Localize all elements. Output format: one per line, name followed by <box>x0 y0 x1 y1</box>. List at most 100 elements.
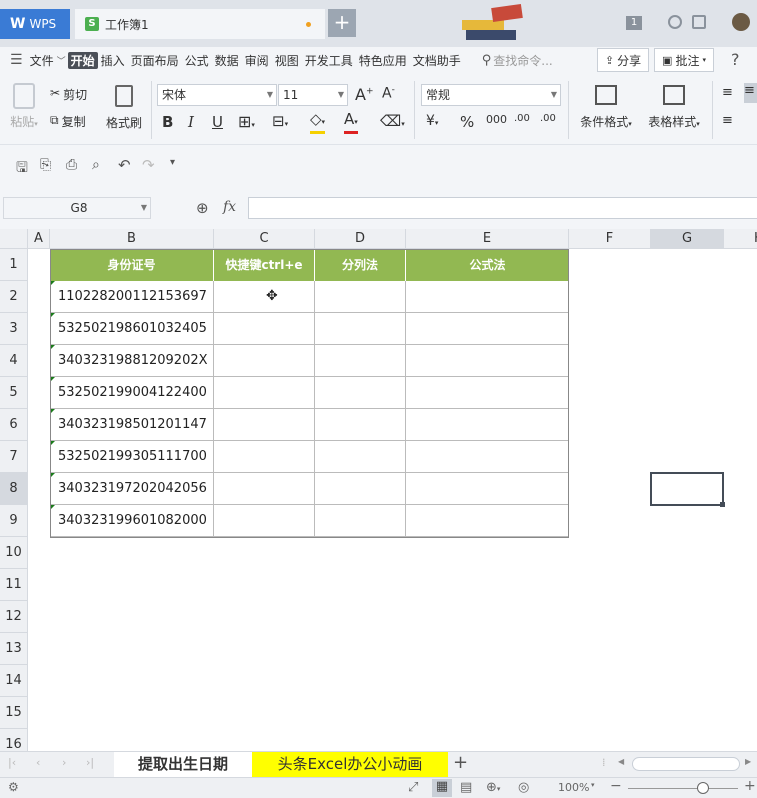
help-icon[interactable]: ? <box>731 50 740 69</box>
menu-review[interactable]: 审阅 <box>242 52 272 69</box>
macro-icon[interactable]: ⚙ <box>8 780 19 794</box>
row-header[interactable]: 4 <box>0 345 28 377</box>
merge-icon[interactable]: ⊟▾ <box>272 112 288 130</box>
empty-result-cell[interactable] <box>315 345 406 377</box>
share-button[interactable]: ⇪ 分享 <box>597 48 649 72</box>
row-header[interactable]: 15 <box>0 697 28 729</box>
menu-insert[interactable]: 插入 <box>98 52 128 69</box>
copy-button[interactable]: ⧉ 复制 <box>50 113 86 130</box>
fx-icon[interactable]: fx <box>223 199 236 215</box>
chevron-down-icon[interactable]: ﹀ <box>57 54 66 67</box>
empty-result-cell[interactable] <box>315 281 406 313</box>
align-top-icon[interactable]: ≡ <box>722 113 733 128</box>
first-sheet-icon[interactable]: |‹ <box>8 756 16 769</box>
last-sheet-icon[interactable]: ›| <box>86 756 94 769</box>
new-tab-button[interactable]: + <box>328 9 356 37</box>
zoom-level[interactable]: 100% <box>558 781 589 794</box>
scroll-right-icon[interactable]: ▶ <box>745 757 751 766</box>
fill-color-icon[interactable]: ◇▾ <box>310 110 326 134</box>
column-header-e[interactable]: E <box>406 229 569 249</box>
font-name-select[interactable]: 宋体 ▼ <box>157 84 277 106</box>
align-center-icon[interactable]: ≡ <box>744 83 757 103</box>
row-header[interactable]: 2 <box>0 281 28 313</box>
underline-icon[interactable]: U <box>212 113 223 131</box>
add-sheet-icon[interactable]: + <box>453 752 468 773</box>
empty-result-cell[interactable] <box>214 281 315 313</box>
next-sheet-icon[interactable]: › <box>62 756 66 769</box>
print-icon[interactable]: ⎙ <box>66 157 77 173</box>
zoom-slider-thumb[interactable] <box>697 782 709 794</box>
save-icon[interactable]: 🖫 <box>16 157 28 181</box>
currency-icon[interactable]: ¥▾ <box>426 113 438 129</box>
column-header-a[interactable]: A <box>28 229 50 249</box>
font-size-select[interactable]: 11 ▼ <box>278 84 348 106</box>
spreadsheet-grid[interactable]: A B C D E F G H 1 2 3 4 5 6 7 8 9 10 11 … <box>0 229 757 751</box>
empty-result-cell[interactable] <box>214 377 315 409</box>
document-tab[interactable]: S 工作簿1 <box>75 9 325 39</box>
header-cell-shortcut[interactable]: 快捷键ctrl+e <box>214 249 315 281</box>
row-header[interactable]: 6 <box>0 409 28 441</box>
redo-icon[interactable]: ↷ <box>142 156 155 174</box>
id-number-cell[interactable]: 340323198501201147 <box>50 409 214 441</box>
eye-protection-icon[interactable]: ◎ <box>518 780 529 795</box>
zoom-lookup-icon[interactable]: ⊕ <box>196 199 209 217</box>
page-break-view-icon[interactable]: ▤ <box>460 780 472 795</box>
column-header-h[interactable]: H <box>724 229 757 249</box>
empty-result-cell[interactable] <box>406 345 569 377</box>
sheet-tab-birthdate[interactable]: 提取出生日期 <box>114 752 252 777</box>
id-number-cell[interactable]: 532502199004122400 <box>50 377 214 409</box>
id-number-cell[interactable]: 532502199305111700 <box>50 441 214 473</box>
decrease-decimal-icon[interactable]: .00 <box>540 113 556 124</box>
empty-result-cell[interactable] <box>406 281 569 313</box>
empty-result-cell[interactable] <box>315 313 406 345</box>
user-avatar[interactable] <box>732 13 750 31</box>
empty-result-cell[interactable] <box>214 409 315 441</box>
column-header-g[interactable]: G <box>651 229 724 249</box>
table-style-button[interactable]: 表格样式▾ <box>644 85 704 130</box>
export-icon[interactable]: ⎘ <box>40 157 51 173</box>
row-header[interactable]: 16 <box>0 729 28 751</box>
horizontal-scrollbar[interactable] <box>632 757 740 771</box>
selected-cell-g8[interactable] <box>650 472 724 506</box>
page-layout-view-icon[interactable]: ⊕▾ <box>486 780 500 795</box>
menu-data[interactable]: 数据 <box>212 52 242 69</box>
empty-result-cell[interactable] <box>315 505 406 537</box>
id-number-cell[interactable]: 340323197202042056 <box>50 473 214 505</box>
row-header[interactable]: 14 <box>0 665 28 697</box>
increase-decimal-icon[interactable]: .00 <box>514 113 530 124</box>
select-all-corner[interactable] <box>0 229 28 249</box>
zoom-in-icon[interactable]: + <box>744 778 756 794</box>
zoom-out-icon[interactable]: − <box>610 778 622 794</box>
empty-result-cell[interactable] <box>406 313 569 345</box>
menu-developer[interactable]: 开发工具 <box>302 52 356 69</box>
header-cell-split[interactable]: 分列法 <box>315 249 406 281</box>
empty-result-cell[interactable] <box>315 473 406 505</box>
undo-icon[interactable]: ↶ <box>118 156 131 174</box>
menu-doc-assistant[interactable]: 文档助手 <box>410 52 464 69</box>
empty-result-cell[interactable] <box>406 473 569 505</box>
empty-result-cell[interactable] <box>406 377 569 409</box>
decrease-font-icon[interactable]: A- <box>382 85 395 102</box>
row-header[interactable]: 9 <box>0 505 28 537</box>
cut-button[interactable]: ✂ 剪切 <box>50 86 87 103</box>
command-search[interactable]: 查找命令... <box>493 52 573 69</box>
id-number-cell[interactable]: 110228200112153697 <box>50 281 214 313</box>
number-format-select[interactable]: 常规 ▼ <box>421 84 561 106</box>
italic-icon[interactable]: I <box>188 113 194 131</box>
sheet-tab-toutiao[interactable]: 头条Excel办公小动画 <box>252 752 448 777</box>
menu-file[interactable]: 文件 <box>27 52 57 69</box>
format-painter-button[interactable]: 格式刷 <box>104 83 144 131</box>
align-left-icon[interactable]: ≡ <box>722 85 733 100</box>
bold-icon[interactable]: B <box>162 113 173 131</box>
eraser-icon[interactable]: ⌫▾ <box>380 112 405 130</box>
name-box[interactable]: G8 ▼ <box>3 197 151 219</box>
empty-result-cell[interactable] <box>214 473 315 505</box>
empty-result-cell[interactable] <box>214 345 315 377</box>
shirt-icon[interactable] <box>692 15 706 29</box>
wps-home-tab[interactable]: W WPS <box>0 9 70 39</box>
row-header[interactable]: 1 <box>0 249 28 281</box>
id-number-cell[interactable]: 340323199601082000 <box>50 505 214 537</box>
row-header[interactable]: 12 <box>0 601 28 633</box>
empty-result-cell[interactable] <box>406 409 569 441</box>
menu-home[interactable]: 开始 <box>67 51 98 69</box>
